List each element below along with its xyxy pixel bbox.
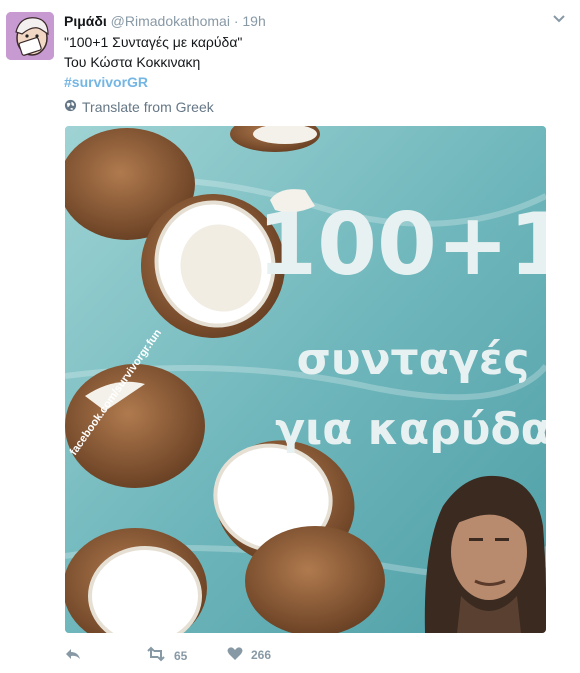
- timestamp[interactable]: 19h: [242, 13, 265, 29]
- hashtag-link[interactable]: #survivorGR: [64, 72, 242, 92]
- retweet-count: 65: [174, 648, 188, 663]
- tweet-media-image[interactable]: 100+1 συνταγές για καρύδα facebook.com/s…: [65, 126, 546, 633]
- separator-dot: ·: [233, 13, 239, 29]
- media-line2: συνταγές: [297, 334, 530, 385]
- tweet-text: "100+1 Συνταγές με καρύδα" Του Κώστα Κοκ…: [64, 32, 242, 92]
- media-headline: 100+1: [257, 195, 546, 295]
- translate-label: Translate from Greek: [82, 99, 214, 115]
- heart-icon: [227, 646, 243, 664]
- tweet-card: Ριμάδι @Rimadokathomai · 19h "100+1 Συντ…: [0, 0, 580, 673]
- reply-button[interactable]: [64, 646, 82, 665]
- display-name[interactable]: Ριμάδι: [64, 13, 107, 29]
- tweet-text-line: Του Κώστα Κοκκινακη: [64, 54, 201, 70]
- like-count: 266: [251, 648, 272, 662]
- media-line3: για καρύδα: [275, 404, 546, 455]
- tweet-header: Ριμάδι @Rimadokathomai · 19h: [64, 12, 266, 30]
- translate-link[interactable]: Translate from Greek: [64, 98, 214, 116]
- tweet-text-line: "100+1 Συνταγές με καρύδα": [64, 34, 243, 50]
- chevron-down-icon[interactable]: [552, 12, 566, 26]
- avatar[interactable]: [6, 12, 54, 60]
- user-handle[interactable]: @Rimadokathomai: [111, 13, 230, 29]
- retweet-button[interactable]: 65: [146, 646, 187, 665]
- retweet-icon: [146, 646, 166, 665]
- like-button[interactable]: 266: [227, 646, 271, 664]
- reply-icon: [64, 646, 82, 665]
- globe-icon: [64, 98, 77, 116]
